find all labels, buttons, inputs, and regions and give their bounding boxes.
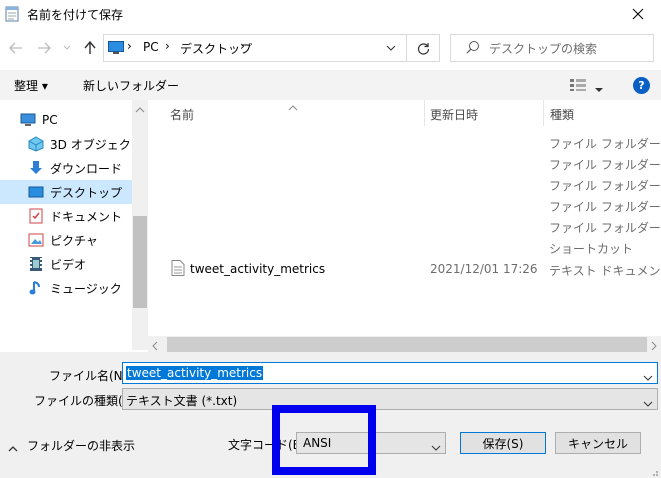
cancel-button[interactable]: キャンセル: [555, 432, 641, 454]
column-header-date[interactable]: 更新日時: [430, 106, 478, 123]
nav-item-label: ミュージック: [50, 281, 122, 296]
nav-item-label: デスクトップ: [50, 185, 123, 200]
chevron-down-icon[interactable]: [643, 370, 653, 381]
text-file-icon: [171, 260, 185, 276]
sort-indicator-icon: [288, 100, 298, 111]
chevron-down-icon: [386, 45, 396, 51]
nav-item-label: 3D オブジェクト: [50, 137, 143, 152]
file-type-cell: ファイル フォルダー: [549, 137, 661, 151]
desktop-icon: [28, 184, 44, 200]
nav-item-label: ピクチャ: [50, 233, 98, 248]
save-button[interactable]: 保存(S): [460, 432, 546, 454]
chevron-up-icon[interactable]: [8, 441, 18, 452]
up-button[interactable]: [77, 34, 103, 62]
back-button[interactable]: [3, 34, 29, 62]
download-icon: [28, 160, 44, 176]
nav-item-label: ドキュメント: [50, 209, 123, 224]
pc-icon: [20, 112, 36, 128]
search-icon: [466, 40, 480, 54]
videos-icon: [28, 256, 44, 272]
scroll-up-icon[interactable]: [135, 103, 145, 113]
nav-item-label: ダウンロード: [50, 161, 123, 176]
breadcrumb-separator-icon: ›: [127, 39, 132, 53]
file-type-cell: ファイル フォルダー: [549, 158, 661, 172]
forward-button[interactable]: [31, 34, 57, 62]
chevron-down-icon[interactable]: [643, 396, 653, 407]
file-type-cell: ファイル フォルダー: [549, 200, 661, 214]
breadcrumb-separator-icon: ›: [240, 39, 245, 53]
file-type-cell: ショートカット: [549, 242, 634, 256]
chevron-down-icon[interactable]: [594, 82, 604, 92]
column-divider[interactable]: [543, 100, 544, 126]
hide-folders-button[interactable]: フォルダーの非表示: [27, 437, 135, 454]
filetype-value: テキスト文書 (*.txt): [126, 394, 238, 408]
view-options-icon[interactable]: [569, 78, 587, 92]
notepad-icon: [5, 5, 20, 22]
breadcrumb-pc[interactable]: PC: [143, 40, 159, 54]
chevron-down-icon[interactable]: [431, 440, 441, 451]
scroll-left-icon[interactable]: [151, 340, 159, 351]
refresh-icon: [417, 42, 430, 55]
close-button[interactable]: [615, 0, 661, 28]
arrow-up-icon: [84, 41, 96, 54]
nav-item-label: PC: [42, 113, 58, 127]
window-title: 名前を付けて保存: [27, 8, 124, 22]
column-header-type[interactable]: 種類: [550, 106, 574, 123]
column-divider[interactable]: [424, 100, 425, 126]
arrow-right-icon: [38, 42, 51, 54]
search-placeholder: デスクトップの検索: [489, 42, 598, 56]
refresh-button[interactable]: [406, 34, 440, 62]
horizontal-scrollbar-thumb[interactable]: [167, 337, 647, 352]
arrow-left-icon: [9, 42, 22, 54]
filename-label: ファイル名(N):: [49, 369, 132, 383]
file-date-cell: 2021/12/01 17:26: [430, 262, 538, 276]
scroll-right-icon[interactable]: [650, 340, 658, 351]
filename-value[interactable]: tweet_activity_metrics: [126, 366, 264, 380]
music-icon: [28, 280, 44, 296]
save-as-dialog: 名前を付けて保存 › PC › デスクトップ › デスクトップの検索 整理 ▾ …: [0, 0, 661, 478]
recent-locations-button[interactable]: [57, 34, 77, 62]
close-icon: [632, 8, 644, 20]
file-type-cell: ファイル フォルダー: [549, 221, 661, 235]
resize-grip-icon[interactable]: [649, 466, 659, 476]
file-type-cell: ファイル フォルダー: [549, 179, 661, 193]
nav-scrollbar-thumb[interactable]: [133, 216, 147, 308]
address-dropdown-button[interactable]: [376, 34, 406, 62]
file-type-cell: テキスト ドキュメント: [549, 264, 661, 278]
documents-icon: [28, 208, 44, 224]
help-button[interactable]: ?: [633, 77, 650, 94]
nav-item-label: ビデオ: [50, 257, 87, 272]
organize-button[interactable]: 整理 ▾: [14, 77, 48, 94]
annotation-highlight-box: [272, 405, 376, 475]
chevron-down-icon: [63, 45, 71, 50]
pictures-icon: [28, 232, 44, 248]
breadcrumb-separator-icon: ›: [165, 39, 170, 53]
desktop-icon: [108, 41, 124, 55]
3d-objects-icon: [28, 136, 44, 152]
column-header-name[interactable]: 名前: [170, 106, 194, 123]
file-name-cell: tweet_activity_metrics: [190, 262, 326, 276]
new-folder-button[interactable]: 新しいフォルダー: [83, 77, 179, 94]
